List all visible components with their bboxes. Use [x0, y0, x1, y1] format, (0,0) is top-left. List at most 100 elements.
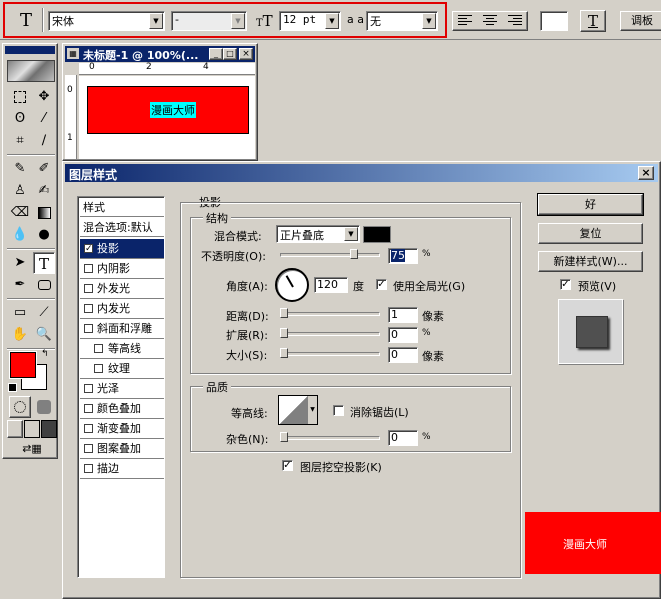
nav-item[interactable]: 颜色叠加 [80, 399, 164, 419]
screen-mode-full-icon[interactable] [41, 420, 57, 438]
opacity-slider[interactable] [280, 253, 380, 257]
foreground-color-swatch[interactable] [10, 352, 36, 378]
noise-input[interactable]: 0 [388, 430, 418, 446]
align-right-icon[interactable] [503, 13, 525, 29]
nav-item-checkbox[interactable] [84, 444, 93, 453]
text-color-swatch[interactable] [540, 11, 568, 31]
distance-slider[interactable] [280, 312, 380, 316]
healing-brush-icon[interactable]: ✎ [9, 158, 31, 180]
shadow-color-swatch[interactable] [363, 226, 391, 243]
document-titlebar[interactable]: ▦ 未标题-1 @ 100%(... _ □ × [65, 46, 255, 62]
notes-tool-icon[interactable]: ▭ [9, 302, 31, 324]
nav-item[interactable]: 内发光 [80, 299, 164, 319]
dodge-tool-icon[interactable]: ● [33, 224, 55, 246]
nav-item-checkbox[interactable] [94, 364, 103, 373]
swap-colors-icon[interactable]: ↰ [41, 349, 49, 359]
warp-text-icon[interactable]: T [580, 10, 606, 32]
spread-input[interactable]: 0 [388, 327, 418, 343]
move-tool-icon[interactable]: ✥ [33, 86, 55, 108]
screen-mode-standard-icon[interactable] [7, 420, 23, 438]
lasso-tool-icon[interactable]: ʘ [9, 108, 31, 130]
nav-item[interactable]: 外发光 [80, 279, 164, 299]
nav-item[interactable]: ✓ 投影 [80, 239, 164, 259]
default-colors-icon[interactable] [8, 383, 17, 392]
path-select-icon[interactable]: ➤ [9, 252, 31, 274]
nav-blending-options[interactable]: 混合选项:默认 [80, 219, 164, 237]
jump-to-imageready-icon[interactable]: ⇄▦ [9, 440, 55, 458]
blend-mode-select[interactable]: 正片叠底 ▼ [276, 225, 360, 243]
size-input[interactable]: 0 [388, 347, 418, 363]
adobe-logo-icon[interactable] [7, 60, 55, 82]
noise-slider[interactable] [280, 436, 380, 440]
slice-tool-icon[interactable]: ∕ [33, 130, 55, 152]
spread-slider-thumb[interactable] [280, 328, 288, 338]
gradient-tool-icon[interactable] [33, 202, 55, 224]
nav-item[interactable]: 等高线 [80, 339, 164, 359]
font-size-select[interactable]: 12 pt ▼ [279, 11, 341, 31]
dialog-titlebar[interactable]: 图层样式 × [65, 164, 658, 182]
minimize-icon[interactable]: _ [209, 48, 223, 60]
nav-item-checkbox[interactable] [84, 424, 93, 433]
stamp-tool-icon[interactable]: ♙ [9, 180, 31, 202]
size-slider-thumb[interactable] [280, 348, 288, 358]
noise-slider-thumb[interactable] [280, 432, 288, 442]
quick-mask-icon[interactable] [33, 396, 55, 418]
nav-item[interactable]: 光泽 [80, 379, 164, 399]
nav-header[interactable]: 样式 [80, 199, 164, 217]
hand-tool-icon[interactable]: ✋ [9, 324, 31, 346]
distance-input[interactable]: 1 [388, 307, 418, 323]
nav-item[interactable]: 描边 [80, 459, 164, 479]
marquee-tool-icon[interactable] [9, 86, 31, 108]
nav-item[interactable]: 纹理 [80, 359, 164, 379]
close-icon[interactable]: × [239, 48, 253, 60]
eraser-tool-icon[interactable]: ⌫ [9, 202, 31, 224]
anti-alias-select[interactable]: 无 ▼ [366, 11, 438, 31]
nav-item[interactable]: 渐变叠加 [80, 419, 164, 439]
history-brush-icon[interactable]: ✍ [33, 180, 55, 202]
nav-item-checkbox[interactable] [84, 384, 93, 393]
nav-item-checkbox[interactable] [84, 464, 93, 473]
pen-tool-icon[interactable]: ✒ [9, 274, 31, 296]
screen-mode-full-menu-icon[interactable] [24, 420, 40, 438]
type-tool-icon[interactable]: T [33, 252, 55, 274]
preview-checkbox[interactable]: ✓ [560, 279, 571, 290]
nav-item-checkbox[interactable]: ✓ [84, 244, 93, 254]
brush-tool-icon[interactable]: ✐ [33, 158, 55, 180]
nav-item[interactable]: 内阴影 [80, 259, 164, 279]
knockout-checkbox[interactable]: ✓ [282, 460, 293, 471]
maximize-icon[interactable]: □ [223, 48, 237, 60]
nav-item[interactable]: 图案叠加 [80, 439, 164, 459]
nav-item[interactable]: 斜面和浮雕 [80, 319, 164, 339]
canvas-area[interactable]: 漫画大师 [79, 76, 255, 159]
eyedropper-tool-icon[interactable]: ⟋ [33, 302, 55, 324]
nav-item-checkbox[interactable] [84, 324, 93, 333]
font-style-select[interactable]: - ▼ [171, 11, 247, 31]
contour-picker[interactable]: ▼ [278, 395, 318, 425]
close-icon[interactable]: × [638, 166, 654, 180]
zoom-tool-icon[interactable]: 🔍 [33, 324, 55, 346]
shape-tool-icon[interactable] [33, 274, 55, 296]
nav-item-checkbox[interactable] [84, 284, 93, 293]
align-center-icon[interactable] [479, 13, 501, 29]
nav-item-checkbox[interactable] [84, 404, 93, 413]
blur-tool-icon[interactable]: 💧 [9, 224, 31, 246]
palettes-button[interactable]: 调板 [620, 11, 661, 31]
angle-dial[interactable] [275, 268, 309, 302]
text-tool-icon[interactable]: T [14, 10, 38, 32]
anti-alias-checkbox[interactable] [333, 405, 344, 416]
nav-item-checkbox[interactable] [94, 344, 103, 353]
align-left-icon[interactable] [455, 13, 477, 29]
reset-button[interactable]: 复位 [538, 223, 643, 244]
global-light-checkbox[interactable]: ✓ [376, 279, 387, 290]
opacity-input[interactable]: 75 [388, 248, 418, 264]
distance-slider-thumb[interactable] [280, 308, 288, 318]
new-style-button[interactable]: 新建样式(W)... [538, 251, 643, 272]
spread-slider[interactable] [280, 332, 380, 336]
opacity-slider-thumb[interactable] [350, 249, 358, 259]
nav-item-checkbox[interactable] [84, 304, 93, 313]
nav-item-checkbox[interactable] [84, 264, 93, 273]
crop-tool-icon[interactable]: ⌗ [9, 130, 31, 152]
magic-wand-icon[interactable]: ⁄ [33, 108, 55, 130]
standard-mode-icon[interactable] [9, 396, 31, 418]
font-family-select[interactable]: 宋体 ▼ [48, 11, 165, 31]
